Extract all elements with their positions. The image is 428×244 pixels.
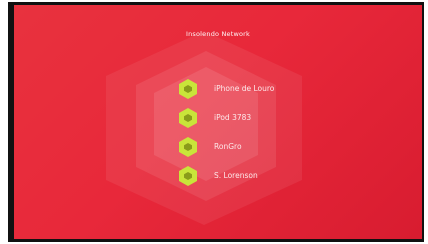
device-item-ipod-3783[interactable]: iPod 3783	[179, 108, 349, 128]
network-title: Insolendo Network	[185, 30, 251, 38]
device-label: RonGro	[214, 142, 242, 151]
hexagon-device-icon	[179, 137, 197, 157]
hexagon-device-icon	[179, 108, 197, 128]
display-bezel: Insolendo Network iPhone de Louro iPod 3…	[8, 2, 424, 242]
device-label: S. Lorenson	[214, 171, 258, 180]
device-label: iPod 3783	[214, 113, 252, 122]
hexagon-device-icon	[179, 79, 197, 99]
device-item-iphone-de-louro[interactable]: iPhone de Louro	[179, 79, 349, 99]
network-screen: Insolendo Network iPhone de Louro iPod 3…	[14, 5, 422, 239]
hexagon-device-icon	[179, 166, 197, 186]
device-list: iPhone de Louro iPod 3783 RonGro S. Lore…	[179, 79, 349, 195]
device-item-s-lorenson[interactable]: S. Lorenson	[179, 166, 349, 186]
device-label: iPhone de Louro	[214, 84, 275, 93]
device-item-rongro[interactable]: RonGro	[179, 137, 349, 157]
